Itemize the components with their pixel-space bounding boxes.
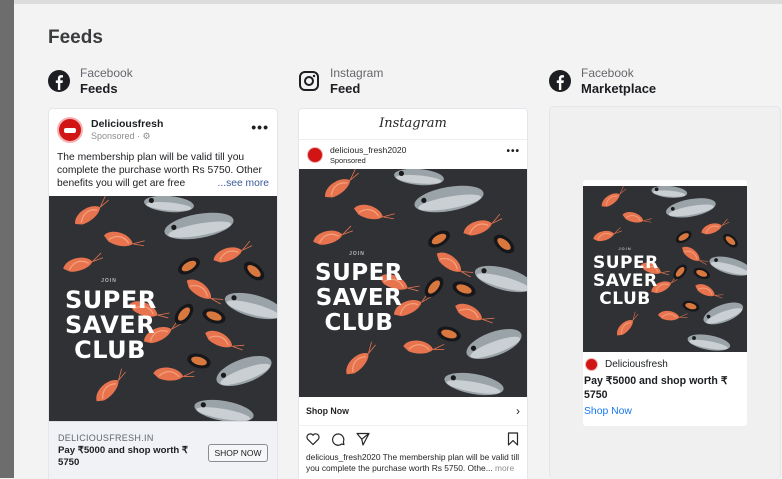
listing-headline: Pay ₹5000 and shop worth ₹ 5750	[584, 375, 728, 401]
share-icon[interactable]	[356, 432, 370, 446]
promo-join-text: JOIN	[349, 251, 365, 257]
see-more-link[interactable]: ...see more	[214, 177, 269, 190]
action-bar	[306, 432, 520, 446]
post-header: Deliciousfresh Sponsored · ⚙	[57, 117, 163, 143]
shop-now-label: Shop Now	[306, 406, 350, 416]
promo-join-text: JOIN	[618, 246, 632, 251]
facebook-marketplace-header: Facebook Marketplace	[549, 64, 656, 98]
caption: delicious_fresh2020 The membership plan …	[306, 452, 520, 473]
more-options-icon[interactable]: •••	[506, 146, 520, 157]
placement-name: Feed	[330, 81, 361, 96]
marketplace-listing[interactable]: JOIN SUPER SAVER CLUB Deliciousfresh Pay ₹…	[583, 180, 747, 426]
comment-icon[interactable]	[331, 432, 345, 446]
facebook-feeds-header: Facebook Feeds	[48, 64, 133, 98]
bookmark-icon[interactable]	[506, 432, 520, 446]
primary-text: The membership plan will be valid till y…	[57, 152, 269, 190]
facebook-marketplace-preview[interactable]: JOIN SUPER SAVER CLUB Deliciousfresh Pay ₹…	[549, 106, 781, 479]
ad-image: JOIN SUPER SAVER CLUB	[583, 186, 747, 352]
link-footer[interactable]: DELICIOUSFRESH.IN Pay ₹5000 and shop wor…	[49, 421, 277, 479]
instagram-feed-header: Instagram Feed	[298, 64, 383, 98]
page-title: Feeds	[48, 27, 103, 48]
more-options-icon[interactable]: •••	[251, 119, 269, 135]
username: delicious_fresh2020	[330, 145, 407, 155]
platform-name: Instagram	[330, 66, 384, 80]
chevron-right-icon: ›	[516, 404, 520, 418]
top-divider	[14, 0, 782, 4]
promo-join-text: JOIN	[101, 278, 117, 284]
more-link[interactable]: more	[495, 463, 514, 473]
promo-headline: SUPER SAVER CLUB	[65, 286, 157, 364]
instagram-feed-preview[interactable]: Instagram delicious_fresh2020 Sponsored …	[298, 108, 528, 479]
link-headline: Pay ₹5000 and shop worth ₹ 5750	[58, 445, 189, 468]
placement-name: Feeds	[80, 81, 118, 96]
shop-now-link[interactable]: Shop Now	[584, 406, 632, 417]
facebook-icon	[48, 70, 70, 92]
page-name: Deliciousfresh	[605, 359, 668, 370]
avatar	[307, 147, 323, 163]
placement-name: Marketplace	[581, 81, 657, 96]
link-domain: DELICIOUSFRESH.IN	[58, 433, 154, 443]
page-name: Deliciousfresh	[91, 118, 164, 130]
platform-name: Facebook	[581, 66, 634, 80]
sponsored-label: Sponsored	[330, 156, 366, 165]
avatar	[585, 358, 598, 371]
sponsored-label: Sponsored · ⚙	[91, 131, 151, 141]
promo-headline: SUPER SAVER CLUB	[315, 260, 404, 336]
ad-image: JOIN SUPER SAVER CLUB	[299, 169, 527, 397]
instagram-wordmark: Instagram	[299, 109, 527, 140]
heart-icon[interactable]	[306, 432, 320, 446]
promo-headline: SUPER SAVER CLUB	[593, 253, 659, 309]
facebook-feed-preview[interactable]: Deliciousfresh Sponsored · ⚙ ••• The mem…	[48, 108, 278, 479]
instagram-icon	[299, 71, 319, 91]
left-edge-bar	[0, 0, 14, 478]
avatar	[57, 117, 83, 143]
platform-name: Facebook	[80, 66, 133, 80]
ad-image: JOIN SUPER SAVER CLUB	[49, 196, 277, 421]
facebook-icon	[549, 70, 571, 92]
shop-now-button[interactable]: SHOP NOW	[208, 444, 268, 462]
shop-now-bar[interactable]: Shop Now ›	[299, 397, 527, 426]
